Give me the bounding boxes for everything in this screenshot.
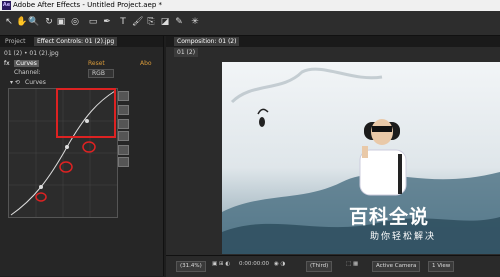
region-icon[interactable]: ⬚ ▦ [346, 261, 358, 267]
window-title: Adobe After Effects - Untitled Project.a… [13, 1, 163, 9]
reset-curve-icon[interactable] [118, 157, 129, 167]
layer-breadcrumb: 01 (2) • 01 (2).jpg [4, 50, 59, 57]
magnification-select[interactable]: (31.4%) [176, 261, 206, 272]
about-link[interactable]: Abo [140, 60, 152, 67]
red-highlight-circle [59, 161, 73, 173]
comp-subtab[interactable]: 01 (2) [174, 48, 199, 57]
pen-tool-icon[interactable]: ✒ [102, 17, 112, 28]
zoom-tool-icon[interactable]: 🔍 [28, 17, 39, 28]
channel-select[interactable]: RGB [88, 69, 114, 78]
person-figure [359, 119, 407, 196]
active-camera-select[interactable]: Active Camera [372, 261, 421, 272]
comp-tab-row: Composition: 01 (2) [166, 36, 500, 47]
rotate-tool-icon[interactable]: ↻ [44, 17, 54, 28]
viewer-bottom-bar: (31.4%) ▣ ⊞ ◐ 0:00:00:00 ◉ ◑ (Third) ⬚ ▦… [166, 255, 500, 277]
watermark-subtitle: 助你轻松解决 [370, 232, 437, 242]
rectangle-tool-icon[interactable]: ▭ [88, 17, 98, 28]
tab-composition[interactable]: Composition: 01 (2) [174, 37, 240, 46]
reset-link[interactable]: Reset [88, 60, 105, 67]
curves-twirl-icon[interactable]: ▾ ⟲ [10, 79, 20, 86]
camera-snapshot-icon[interactable]: ◉ ◑ [274, 261, 285, 267]
red-highlight-circle [82, 141, 96, 153]
curves-label: Curves [25, 79, 46, 86]
view-layout-select[interactable]: 1 View [428, 261, 455, 272]
curve-tool-icon[interactable] [118, 91, 129, 101]
red-highlight-circle [35, 192, 47, 202]
curve-point [65, 145, 69, 149]
effect-controls-panel: Project Effect Controls: 01 (2).jpg 01 (… [0, 36, 164, 276]
brush-tool-icon[interactable]: 🖌 [132, 17, 143, 28]
tab-effect-controls[interactable]: Effect Controls: 01 (2).jpg [34, 37, 118, 46]
resolution-select[interactable]: (Third) [306, 261, 333, 272]
hand-tool-icon[interactable]: ✋ [16, 17, 27, 28]
after-effects-logo: Ae [2, 1, 11, 10]
pencil-tool-icon[interactable] [118, 105, 129, 115]
selection-tool-icon[interactable]: ↖ [4, 17, 14, 28]
timecode[interactable]: 0:00:00:00 [239, 261, 269, 267]
open-icon[interactable] [118, 119, 129, 129]
fx-icon[interactable]: fx [4, 60, 10, 67]
puppet-pin-tool-icon[interactable]: ✳ [190, 17, 200, 28]
pan-behind-tool-icon[interactable]: ◎ [70, 17, 80, 28]
panel-tab-row: Project Effect Controls: 01 (2).jpg [0, 36, 163, 47]
tab-project[interactable]: Project [2, 37, 29, 46]
title-bar: Ae Adobe After Effects - Untitled Projec… [0, 0, 500, 11]
snapshot-icon[interactable]: ▣ ⊞ ◐ [212, 261, 230, 267]
watermark-title: 百科全说 [349, 206, 430, 228]
eraser-tool-icon[interactable]: ◪ [160, 17, 170, 28]
clone-stamp-tool-icon[interactable]: ⎘ [146, 17, 156, 28]
camera-tool-icon[interactable]: ▣ [56, 17, 66, 28]
channel-label: Channel: [14, 69, 41, 76]
red-highlight-box [56, 88, 116, 138]
curve-point [39, 185, 43, 189]
tools-toolbar: ↖ ✋ 🔍 ↻ ▣ ◎ ▭ ✒ T 🖌 ⎘ ◪ ✎ ✳ [0, 11, 500, 36]
roto-brush-tool-icon[interactable]: ✎ [174, 17, 184, 28]
text-tool-icon[interactable]: T [118, 17, 128, 28]
save-icon[interactable] [118, 131, 129, 141]
smooth-icon[interactable] [118, 145, 129, 155]
effect-name[interactable]: Curves [14, 60, 39, 67]
